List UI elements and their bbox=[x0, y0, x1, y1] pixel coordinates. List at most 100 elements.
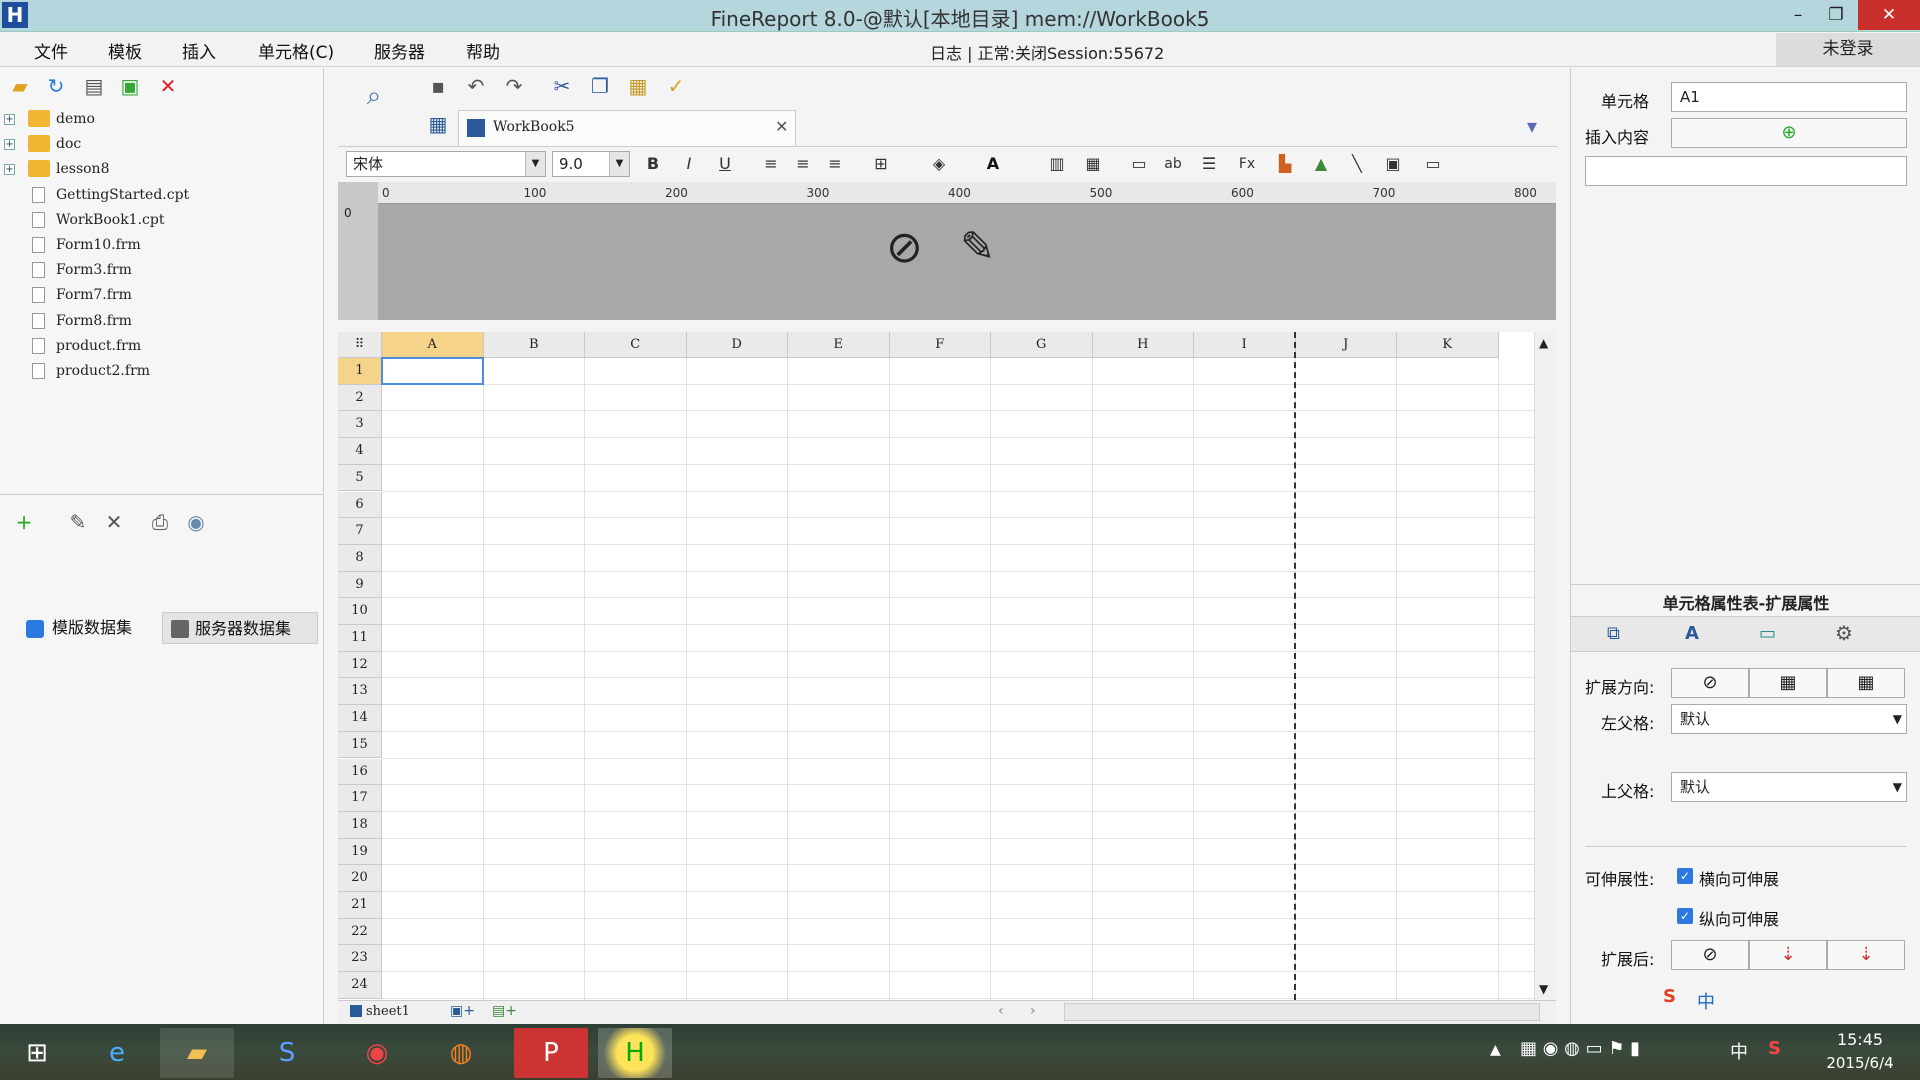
column-header[interactable]: G bbox=[991, 332, 1093, 358]
expand-plus-icon[interactable]: + bbox=[4, 139, 15, 151]
after-none-button[interactable]: ⊘ bbox=[1671, 940, 1749, 970]
row-header[interactable]: 17 bbox=[338, 785, 382, 812]
save-icon[interactable]: ▪ bbox=[424, 72, 452, 100]
insert-content-button[interactable]: ⊕ bbox=[1671, 118, 1907, 148]
row-header[interactable]: 1 bbox=[338, 358, 382, 385]
sogou-tray-icon[interactable]: S bbox=[1768, 1038, 1781, 1059]
column-header[interactable]: C bbox=[585, 332, 687, 358]
start-button-icon[interactable]: ⊞ bbox=[0, 1028, 74, 1078]
border-icon[interactable]: ⊞ bbox=[868, 150, 894, 178]
row-header[interactable]: 6 bbox=[338, 491, 382, 519]
row-header[interactable]: 4 bbox=[338, 438, 382, 465]
cell-name-input[interactable]: A1 bbox=[1671, 82, 1907, 112]
column-header[interactable]: E bbox=[788, 332, 890, 358]
row-header[interactable]: 5 bbox=[338, 464, 382, 492]
stretch-horizontal-checkbox[interactable]: ✓ bbox=[1677, 868, 1693, 884]
paste-icon[interactable]: ▦ bbox=[624, 72, 652, 100]
ime-tray-mode[interactable]: 中 bbox=[1730, 1038, 1748, 1064]
bold-button[interactable]: B bbox=[640, 150, 666, 178]
remove-icon[interactable]: ✕ bbox=[100, 508, 128, 536]
underline-button[interactable]: U bbox=[712, 150, 738, 178]
row-header[interactable]: 11 bbox=[338, 625, 382, 652]
column-header[interactable]: I bbox=[1194, 332, 1296, 358]
expand-vertical-button[interactable]: ▦ bbox=[1749, 668, 1827, 698]
explorer-icon[interactable]: ▰ bbox=[160, 1028, 234, 1078]
format-painter-icon[interactable]: ✓ bbox=[662, 72, 690, 100]
undo-icon[interactable]: ↶ bbox=[462, 72, 490, 100]
formula-icon[interactable]: Fx bbox=[1234, 150, 1260, 178]
chart-icon[interactable]: ▙ bbox=[1272, 150, 1298, 178]
row-header[interactable]: 14 bbox=[338, 705, 382, 732]
session-status[interactable]: 日志 | 正常:关闭Session:55672 bbox=[930, 40, 1164, 64]
login-button[interactable]: 未登录 bbox=[1776, 33, 1920, 66]
image-icon[interactable]: ▲ bbox=[1308, 150, 1334, 178]
tree-file[interactable]: product.frm bbox=[0, 335, 320, 360]
nav-left-icon[interactable]: ‹ bbox=[998, 1003, 1004, 1019]
tray-expand-icon[interactable]: ▲ bbox=[1490, 1042, 1501, 1058]
row-header[interactable]: 24 bbox=[338, 972, 382, 999]
align-left-icon[interactable]: ≡ bbox=[758, 150, 784, 178]
row-header[interactable]: 23 bbox=[338, 945, 382, 973]
copy-icon[interactable]: ❐ bbox=[586, 72, 614, 100]
firefox-icon[interactable]: ◍ bbox=[424, 1028, 498, 1078]
sheet-tab-sheet1[interactable]: sheet1 bbox=[366, 1004, 410, 1019]
menu-help[interactable]: 帮助 bbox=[466, 38, 500, 63]
tree-file[interactable]: Form3.frm bbox=[0, 259, 320, 284]
hide-icon[interactable]: ⊘ bbox=[886, 222, 923, 273]
tree-file[interactable]: Form8.frm bbox=[0, 310, 320, 335]
tree-file[interactable]: product2.frm bbox=[0, 360, 320, 385]
scroll-down-icon[interactable]: ▼ bbox=[1539, 982, 1548, 996]
tab-server-dataset[interactable]: 服务器数据集 bbox=[162, 612, 318, 644]
spreadsheet-grid[interactable]: ⠿ A B C D E F G H I J K 1 2 3 4 5 6 7 8 9 10 11 12 13 14 15 16 17 18 1… bbox=[338, 332, 1534, 1000]
row-header[interactable]: 3 bbox=[338, 411, 382, 439]
insert-row-icon[interactable]: ▭ bbox=[1126, 150, 1152, 178]
sort-desc-button[interactable]: ⇣ bbox=[1827, 940, 1905, 970]
ime-toolbar[interactable]: S 中 bbox=[1663, 986, 1913, 1016]
column-header[interactable]: H bbox=[1092, 332, 1194, 358]
row-header[interactable]: 2 bbox=[338, 384, 382, 412]
fill-color-icon[interactable]: ◈ bbox=[926, 150, 952, 178]
row-header[interactable]: 7 bbox=[338, 518, 382, 545]
cell-content-input[interactable] bbox=[1585, 156, 1907, 186]
add-sheet-tab-icon[interactable]: ▣+ bbox=[450, 1003, 475, 1019]
close-button[interactable]: ✕ bbox=[1858, 0, 1920, 30]
column-header[interactable]: A bbox=[382, 332, 484, 358]
menu-insert[interactable]: 插入 bbox=[182, 38, 216, 63]
new-template-icon[interactable]: ▣ bbox=[116, 72, 144, 100]
tree-file[interactable]: Form7.frm bbox=[0, 284, 320, 309]
tree-file[interactable]: WorkBook1.cpt bbox=[0, 209, 320, 234]
select-all-corner[interactable]: ⠿ bbox=[338, 332, 382, 358]
add-dataset-icon[interactable]: + bbox=[10, 508, 38, 536]
column-header[interactable]: B bbox=[483, 332, 585, 358]
column-header[interactable]: D bbox=[686, 332, 788, 358]
tab-settings-gear-icon[interactable]: ⚙ bbox=[1835, 621, 1853, 645]
more-icon[interactable]: ▭ bbox=[1420, 150, 1446, 178]
text-icon[interactable]: ab bbox=[1160, 150, 1186, 178]
connection-icon[interactable]: ◉ bbox=[182, 508, 210, 536]
row-header[interactable]: 10 bbox=[338, 598, 382, 625]
vertical-scrollbar[interactable]: ▲ ▼ bbox=[1534, 332, 1556, 1000]
clock-date[interactable]: 2015/6/4 bbox=[1816, 1054, 1904, 1072]
finereport-task-icon[interactable]: H bbox=[598, 1028, 672, 1078]
align-center-icon[interactable]: ≡ bbox=[790, 150, 816, 178]
tree-folder[interactable]: + lesson8 bbox=[0, 158, 320, 183]
sort-asc-button[interactable]: ⇣ bbox=[1749, 940, 1827, 970]
font-size-select[interactable]: 9.0 ▼ bbox=[552, 151, 630, 177]
merge-icon[interactable]: ▥ bbox=[1044, 150, 1070, 178]
row-header[interactable]: 21 bbox=[338, 892, 382, 919]
ie-icon[interactable]: e bbox=[80, 1028, 154, 1078]
clock-time[interactable]: 15:45 bbox=[1820, 1030, 1900, 1049]
italic-button[interactable]: I bbox=[676, 150, 702, 178]
expand-horizontal-button[interactable]: ▦ bbox=[1827, 668, 1905, 698]
unmerge-icon[interactable]: ▦ bbox=[1080, 150, 1106, 178]
edit-pencil-icon[interactable]: ✎ bbox=[960, 222, 995, 271]
left-parent-select[interactable]: 默认 ▼ bbox=[1671, 704, 1907, 734]
preview-search-icon[interactable]: ⌕ bbox=[356, 82, 392, 122]
row-header[interactable]: 13 bbox=[338, 678, 382, 706]
view-icon[interactable]: ▤ bbox=[80, 72, 108, 100]
row-header[interactable]: 9 bbox=[338, 571, 382, 599]
cut-icon[interactable]: ✂ bbox=[548, 72, 576, 100]
font-family-select[interactable]: 宋体 ▼ bbox=[346, 151, 546, 177]
row-header[interactable]: 15 bbox=[338, 731, 382, 759]
tray-icons[interactable]: ▦ ◉ ◍ ▭ ⚑ ▮ bbox=[1520, 1038, 1640, 1059]
